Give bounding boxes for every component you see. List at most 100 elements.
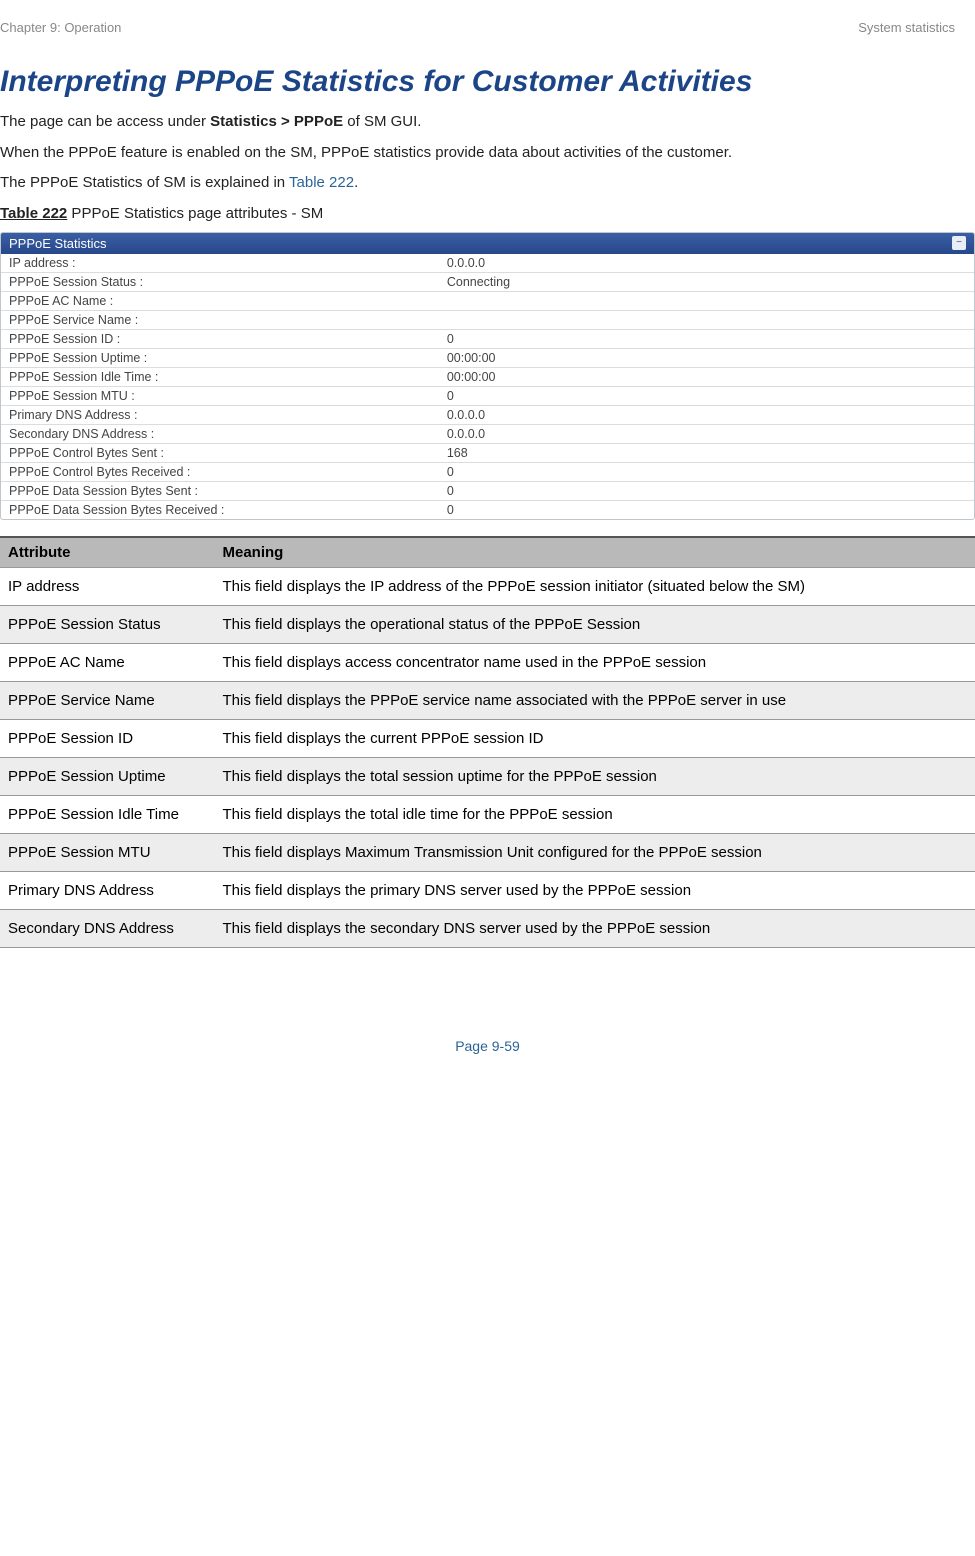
attribute-name: Secondary DNS Address xyxy=(0,909,215,947)
attribute-name: PPPoE Session Uptime xyxy=(0,757,215,795)
attribute-header-col1: Attribute xyxy=(0,537,215,568)
attribute-meaning: This field displays the secondary DNS se… xyxy=(215,909,975,947)
header-left: Chapter 9: Operation xyxy=(0,20,121,35)
stats-label: PPPoE Session Idle Time : xyxy=(1,367,439,386)
attribute-meaning: This field displays the operational stat… xyxy=(215,605,975,643)
stats-value xyxy=(439,310,974,329)
attribute-name: PPPoE Service Name xyxy=(0,681,215,719)
stats-table: IP address :0.0.0.0PPPoE Session Status … xyxy=(1,254,974,519)
intro-line2: When the PPPoE feature is enabled on the… xyxy=(0,142,975,165)
attribute-meaning: This field displays the current PPPoE se… xyxy=(215,719,975,757)
intro-line1-pre: The page can be access under xyxy=(0,113,210,130)
intro-line3-link: Table 222 xyxy=(289,174,354,191)
stats-value: Connecting xyxy=(439,272,974,291)
attribute-name: PPPoE Session Status xyxy=(0,605,215,643)
attribute-name: PPPoE AC Name xyxy=(0,643,215,681)
attribute-name: PPPoE Session Idle Time xyxy=(0,795,215,833)
attribute-name: Primary DNS Address xyxy=(0,871,215,909)
stats-label: PPPoE Service Name : xyxy=(1,310,439,329)
stats-row: PPPoE Session MTU :0 xyxy=(1,386,974,405)
stats-label: PPPoE Control Bytes Received : xyxy=(1,462,439,481)
panel-header: PPPoE Statistics − xyxy=(1,233,974,254)
table-caption-text: PPPoE Statistics page attributes - SM xyxy=(67,205,323,222)
page-header: Chapter 9: Operation System statistics xyxy=(0,20,975,65)
intro-line1: The page can be access under Statistics … xyxy=(0,111,975,134)
table-row: IP addressThis field displays the IP add… xyxy=(0,567,975,605)
stats-value: 0 xyxy=(439,462,974,481)
stats-label: PPPoE Data Session Bytes Received : xyxy=(1,500,439,519)
stats-value: 00:00:00 xyxy=(439,348,974,367)
pppoe-statistics-panel: PPPoE Statistics − IP address :0.0.0.0PP… xyxy=(0,232,975,520)
stats-value: 0 xyxy=(439,329,974,348)
stats-value xyxy=(439,291,974,310)
section-heading: Interpreting PPPoE Statistics for Custom… xyxy=(0,65,975,99)
table-caption: Table 222 PPPoE Statistics page attribut… xyxy=(0,205,975,222)
attribute-header-col2: Meaning xyxy=(215,537,975,568)
stats-row: IP address :0.0.0.0 xyxy=(1,254,974,273)
collapse-icon[interactable]: − xyxy=(952,236,966,250)
stats-row: Primary DNS Address :0.0.0.0 xyxy=(1,405,974,424)
stats-value: 0 xyxy=(439,386,974,405)
intro-line1-post: of SM GUI. xyxy=(343,113,421,130)
attribute-meaning: This field displays the IP address of th… xyxy=(215,567,975,605)
attribute-meaning: This field displays Maximum Transmission… xyxy=(215,833,975,871)
table-row: PPPoE Session IDThis field displays the … xyxy=(0,719,975,757)
stats-value: 00:00:00 xyxy=(439,367,974,386)
attribute-meaning: This field displays the PPPoE service na… xyxy=(215,681,975,719)
stats-value: 0.0.0.0 xyxy=(439,424,974,443)
table-row: PPPoE Session MTUThis field displays Max… xyxy=(0,833,975,871)
attribute-name: PPPoE Session ID xyxy=(0,719,215,757)
table-row: PPPoE AC NameThis field displays access … xyxy=(0,643,975,681)
stats-row: PPPoE Session ID :0 xyxy=(1,329,974,348)
attribute-name: PPPoE Session MTU xyxy=(0,833,215,871)
stats-label: Primary DNS Address : xyxy=(1,405,439,424)
table-row: Primary DNS AddressThis field displays t… xyxy=(0,871,975,909)
stats-label: Secondary DNS Address : xyxy=(1,424,439,443)
stats-row: PPPoE AC Name : xyxy=(1,291,974,310)
stats-label: PPPoE Control Bytes Sent : xyxy=(1,443,439,462)
stats-row: PPPoE Data Session Bytes Received :0 xyxy=(1,500,974,519)
stats-label: IP address : xyxy=(1,254,439,273)
stats-label: PPPoE Data Session Bytes Sent : xyxy=(1,481,439,500)
stats-value: 0 xyxy=(439,500,974,519)
attribute-table-body: IP addressThis field displays the IP add… xyxy=(0,567,975,947)
intro-line3-pre: The PPPoE Statistics of SM is explained … xyxy=(0,174,289,191)
table-row: PPPoE Session StatusThis field displays … xyxy=(0,605,975,643)
stats-row: PPPoE Service Name : xyxy=(1,310,974,329)
attribute-name: IP address xyxy=(0,567,215,605)
stats-row: PPPoE Control Bytes Sent :168 xyxy=(1,443,974,462)
stats-label: PPPoE Session Uptime : xyxy=(1,348,439,367)
stats-row: PPPoE Data Session Bytes Sent :0 xyxy=(1,481,974,500)
stats-value: 0.0.0.0 xyxy=(439,254,974,273)
table-row: PPPoE Session UptimeThis field displays … xyxy=(0,757,975,795)
stats-value: 168 xyxy=(439,443,974,462)
table-row: Secondary DNS AddressThis field displays… xyxy=(0,909,975,947)
intro-line3-post: . xyxy=(354,174,358,191)
stats-row: PPPoE Control Bytes Received :0 xyxy=(1,462,974,481)
attribute-meaning: This field displays the total session up… xyxy=(215,757,975,795)
intro-line3: The PPPoE Statistics of SM is explained … xyxy=(0,172,975,195)
stats-label: PPPoE Session MTU : xyxy=(1,386,439,405)
stats-row: Secondary DNS Address :0.0.0.0 xyxy=(1,424,974,443)
stats-label: PPPoE Session Status : xyxy=(1,272,439,291)
attribute-table-header-row: Attribute Meaning xyxy=(0,537,975,568)
stats-value: 0 xyxy=(439,481,974,500)
stats-label: PPPoE AC Name : xyxy=(1,291,439,310)
table-row: PPPoE Session Idle TimeThis field displa… xyxy=(0,795,975,833)
header-right: System statistics xyxy=(858,20,955,35)
attribute-table: Attribute Meaning IP addressThis field d… xyxy=(0,536,975,948)
page-footer: Page 9-59 xyxy=(0,1038,975,1054)
attribute-meaning: This field displays the primary DNS serv… xyxy=(215,871,975,909)
table-caption-label: Table 222 xyxy=(0,205,67,222)
stats-table-body: IP address :0.0.0.0PPPoE Session Status … xyxy=(1,254,974,519)
stats-value: 0.0.0.0 xyxy=(439,405,974,424)
stats-row: PPPoE Session Idle Time :00:00:00 xyxy=(1,367,974,386)
panel-title: PPPoE Statistics xyxy=(9,236,107,251)
attribute-meaning: This field displays the total idle time … xyxy=(215,795,975,833)
intro-line1-bold: Statistics > PPPoE xyxy=(210,113,343,130)
stats-row: PPPoE Session Uptime :00:00:00 xyxy=(1,348,974,367)
table-row: PPPoE Service NameThis field displays th… xyxy=(0,681,975,719)
attribute-meaning: This field displays access concentrator … xyxy=(215,643,975,681)
stats-label: PPPoE Session ID : xyxy=(1,329,439,348)
stats-row: PPPoE Session Status :Connecting xyxy=(1,272,974,291)
